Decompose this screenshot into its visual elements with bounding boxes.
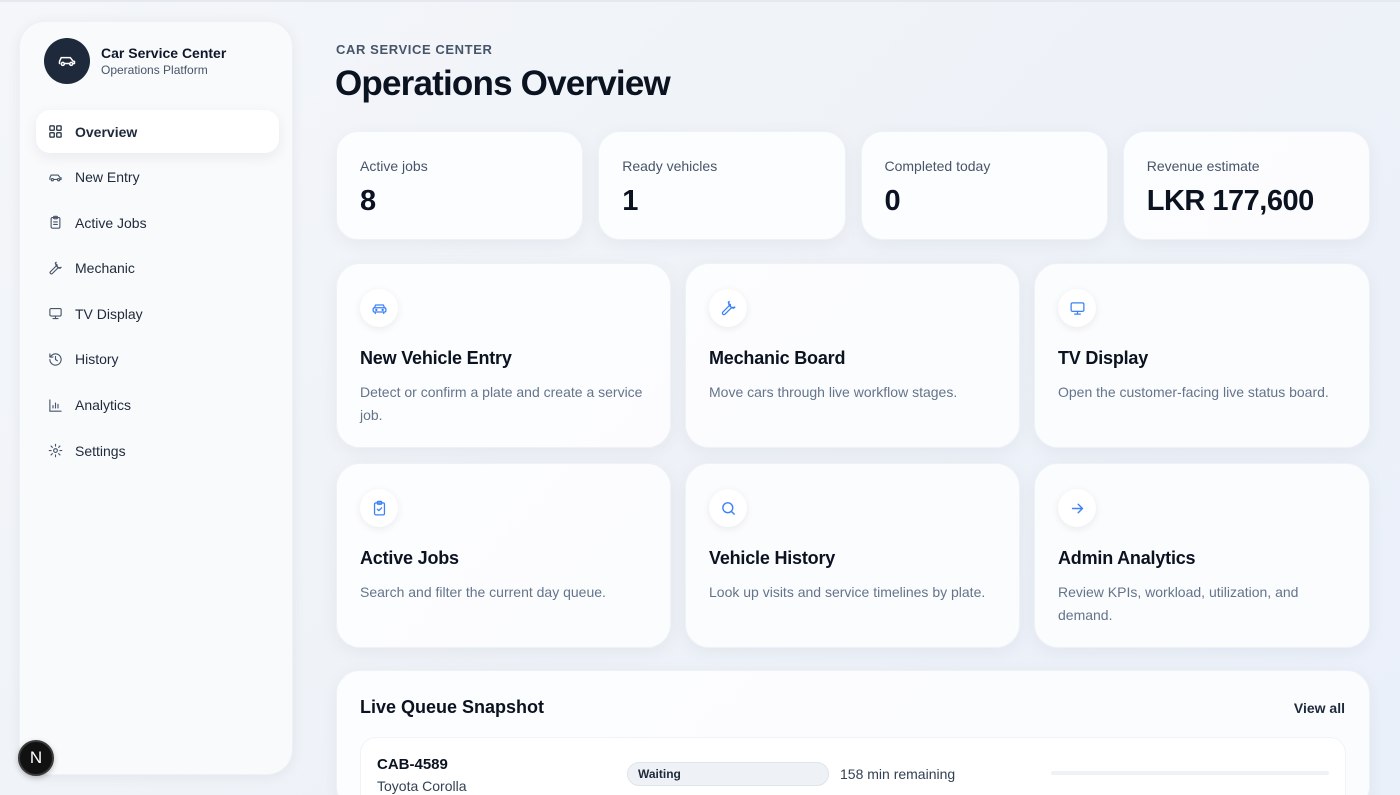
brand-title: Car Service Center	[101, 45, 227, 61]
wrench-icon	[48, 261, 63, 276]
card-mechanic-board[interactable]: Mechanic Board Move cars through live wo…	[685, 263, 1020, 448]
card-title: New Vehicle Entry	[360, 348, 512, 368]
sidebar-item-overview[interactable]: Overview	[36, 110, 279, 153]
brand-subtitle: Operations Platform	[101, 63, 208, 77]
sidebar-item-label: History	[75, 351, 119, 368]
stat-label: Active jobs	[360, 158, 428, 174]
sidebar-item-tv-display[interactable]: TV Display	[36, 292, 279, 335]
stat-card-active-jobs: Active jobs 8	[336, 131, 584, 240]
stat-card-completed-today: Completed today 0	[860, 131, 1108, 240]
sidebar-item-label: Active Jobs	[75, 214, 147, 231]
top-border	[0, 0, 1400, 2]
card-admin-analytics[interactable]: Admin Analytics Review KPIs, workload, u…	[1034, 463, 1370, 648]
stats-row: Active jobs 8 Ready vehicles 1 Completed…	[336, 131, 1370, 240]
arrow-right-icon	[1058, 489, 1096, 527]
stat-label: Ready vehicles	[622, 158, 718, 174]
card-description: Look up visits and service timelines by …	[709, 584, 986, 600]
clipboard-icon	[48, 215, 63, 230]
brand: Car Service Center Operations Platform	[44, 38, 226, 84]
sidebar-item-label: New Entry	[75, 169, 140, 186]
status-badge: Waiting	[627, 762, 829, 786]
sidebar-nav: Overview New Entry Active Jobs Mechanic …	[36, 110, 279, 475]
card-description: Review KPIs, workload, utilization, and …	[1058, 584, 1299, 623]
sidebar-item-new-entry[interactable]: New Entry	[36, 156, 279, 199]
stat-label: Revenue estimate	[1146, 158, 1260, 174]
monitor-icon	[1058, 289, 1096, 327]
card-title: Vehicle History	[709, 548, 836, 568]
card-tv-display[interactable]: TV Display Open the customer-facing live…	[1034, 263, 1370, 448]
sidebar-item-mechanic[interactable]: Mechanic	[36, 247, 279, 290]
sidebar-item-history[interactable]: History	[36, 338, 279, 381]
car-icon	[58, 56, 76, 67]
plate-number: CAB-4589	[377, 756, 448, 773]
grid-icon	[48, 124, 63, 139]
card-title: TV Display	[1058, 348, 1149, 368]
card-title: Active Jobs	[360, 548, 459, 568]
wrench-icon	[709, 289, 747, 327]
stat-value: 0	[884, 185, 901, 217]
progress-bar	[1051, 771, 1329, 775]
dev-tools-badge[interactable]: N	[18, 740, 54, 776]
search-icon	[709, 489, 747, 527]
stat-value: LKR 177,600	[1146, 185, 1315, 217]
history-icon	[48, 352, 63, 367]
live-queue-panel: Live Queue Snapshot View all CAB-4589 To…	[336, 670, 1370, 795]
sidebar: Car Service Center Operations Platform O…	[19, 21, 293, 775]
card-active-jobs[interactable]: Active Jobs Search and filter the curren…	[336, 463, 671, 648]
stat-card-revenue-estimate: Revenue estimate LKR 177,600	[1122, 131, 1370, 240]
card-new-vehicle-entry[interactable]: New Vehicle Entry Detect or confirm a pl…	[336, 263, 671, 448]
quick-action-cards: New Vehicle Entry Detect or confirm a pl…	[336, 263, 1370, 648]
bar-chart-icon	[48, 398, 63, 413]
section-title: Live Queue Snapshot	[360, 697, 545, 717]
card-description: Open the customer-facing live status boa…	[1058, 384, 1329, 400]
stat-value: 1	[622, 185, 638, 217]
vehicle-model: Toyota Corolla	[377, 778, 467, 794]
queue-row[interactable]: CAB-4589 Toyota Corolla Waiting 158 min …	[360, 737, 1346, 795]
stat-label: Completed today	[884, 158, 991, 174]
gear-icon	[48, 443, 63, 458]
sidebar-item-label: Overview	[75, 123, 138, 140]
time-remaining: 158 min remaining	[840, 766, 956, 782]
sidebar-item-analytics[interactable]: Analytics	[36, 384, 279, 427]
car-icon	[360, 289, 398, 327]
card-title: Admin Analytics	[1058, 548, 1196, 568]
card-description: Search and filter the current day queue.	[360, 584, 606, 600]
sidebar-item-settings[interactable]: Settings	[36, 429, 279, 472]
view-all-link[interactable]: View all	[1294, 700, 1345, 716]
stat-value: 8	[360, 185, 376, 217]
sidebar-item-label: TV Display	[75, 305, 143, 322]
sidebar-item-label: Mechanic	[75, 260, 135, 277]
card-description: Move cars through live workflow stages.	[709, 384, 958, 400]
car-icon	[48, 170, 63, 185]
card-title: Mechanic Board	[709, 348, 846, 368]
page-eyebrow: CAR SERVICE CENTER	[336, 42, 493, 57]
brand-logo	[44, 38, 90, 84]
card-description: Detect or confirm a plate and create a s…	[360, 384, 643, 423]
sidebar-item-active-jobs[interactable]: Active Jobs	[36, 201, 279, 244]
stat-card-ready-vehicles: Ready vehicles 1	[598, 131, 846, 240]
sidebar-item-label: Settings	[75, 442, 126, 459]
page-title: Operations Overview	[335, 64, 671, 103]
clipboard-check-icon	[360, 489, 398, 527]
monitor-icon	[48, 306, 63, 321]
sidebar-item-label: Analytics	[75, 397, 132, 414]
card-vehicle-history[interactable]: Vehicle History Look up visits and servi…	[685, 463, 1020, 648]
